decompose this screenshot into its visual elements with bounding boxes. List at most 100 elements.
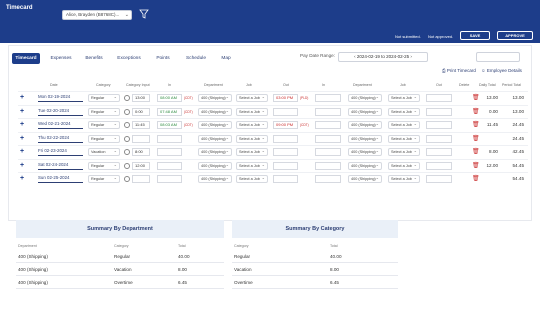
clock-icon[interactable]	[124, 176, 130, 182]
clock-in-field-2[interactable]	[315, 148, 341, 156]
clock-out-field[interactable]: 09:00 PM	[273, 121, 298, 129]
add-row-icon[interactable]: +	[20, 175, 24, 183]
clock-icon[interactable]	[124, 162, 130, 169]
chevron-right-icon[interactable]: ›	[409, 54, 412, 59]
clock-in-field-2[interactable]	[315, 121, 341, 129]
trash-icon[interactable]: 🗑	[472, 135, 480, 142]
save-button[interactable]: SAVE	[460, 31, 490, 40]
clock-out-field-2[interactable]	[426, 134, 452, 143]
department-select-2[interactable]: 400 (Shipping)	[348, 94, 382, 102]
clock-icon[interactable]	[124, 135, 130, 142]
clock-in-field[interactable]: 07:48 AM	[157, 107, 182, 116]
clock-out-field[interactable]	[273, 148, 298, 156]
clock-in-field[interactable]: 08:00 AM	[157, 94, 182, 102]
trash-icon[interactable]: 🗑	[472, 175, 480, 182]
clock-out-field[interactable]	[273, 161, 298, 170]
employee-select[interactable]: Alice, Brayden (B8768C)... ⌄	[62, 10, 132, 20]
clock-icon[interactable]	[124, 122, 130, 128]
category-select[interactable]: Regular	[88, 121, 120, 129]
job-select[interactable]: Select a Job	[236, 121, 268, 129]
tab-schedule[interactable]: Schedule	[180, 53, 212, 64]
clock-in-field[interactable]	[157, 161, 182, 170]
job-select-2[interactable]: Select a Job	[388, 161, 420, 170]
job-select[interactable]: Select a Job	[236, 107, 268, 116]
tab-benefits[interactable]: Benefits	[80, 53, 108, 64]
clock-out-field[interactable]	[273, 134, 298, 143]
category-select[interactable]: Regular	[88, 161, 120, 170]
job-select[interactable]: Select a Job	[236, 148, 268, 156]
job-select[interactable]: Select a Job	[236, 175, 268, 183]
add-row-icon[interactable]: +	[20, 108, 24, 116]
category-input[interactable]: 13:00	[132, 94, 150, 102]
date-field[interactable]: Wed 02-21-2024	[38, 121, 83, 129]
clock-out-field-2[interactable]	[426, 161, 452, 170]
department-select[interactable]: 400 (Shipping)	[198, 107, 232, 116]
category-select[interactable]: Regular	[88, 175, 120, 183]
add-row-icon[interactable]: +	[20, 162, 24, 170]
tab-expenses[interactable]: Expenses	[46, 53, 76, 64]
clock-in-field[interactable]: 08:03 AM	[157, 121, 182, 129]
department-select-2[interactable]: 400 (Shipping)	[348, 134, 382, 143]
date-field[interactable]: Thu 02-22-2024	[38, 135, 83, 143]
clock-in-field-2[interactable]	[315, 175, 341, 183]
department-select[interactable]: 400 (Shipping)	[198, 94, 232, 102]
department-select-2[interactable]: 400 (Shipping)	[348, 175, 382, 183]
category-input[interactable]: 12:00	[132, 161, 150, 170]
tab-timecard[interactable]: Timecard	[12, 53, 40, 64]
date-field[interactable]: Mon 02-19-2024	[38, 94, 83, 102]
job-select[interactable]: Select a Job	[236, 134, 268, 143]
tab-exceptions[interactable]: Exceptions	[112, 53, 146, 64]
add-row-icon[interactable]: +	[20, 94, 24, 102]
clock-out-field-2[interactable]	[426, 148, 452, 156]
clock-icon[interactable]	[124, 108, 130, 115]
approve-button[interactable]: APPROVE	[497, 31, 533, 40]
job-select-2[interactable]: Select a Job	[388, 134, 420, 143]
pay-date-navigator[interactable]: ‹ 2024-02-19 to 2024-02-25 ›	[338, 52, 428, 62]
category-input[interactable]: 0:00	[132, 107, 150, 116]
job-select[interactable]: Select a Job	[236, 94, 268, 102]
category-select[interactable]: Regular	[88, 94, 120, 102]
clock-out-field[interactable]: 03:00 PM	[273, 94, 298, 102]
job-select[interactable]: Select a Job	[236, 161, 268, 170]
category-select[interactable]: Vacation	[88, 148, 120, 156]
clock-out-field[interactable]	[273, 175, 298, 183]
clock-out-field[interactable]	[273, 107, 298, 116]
clock-in-field-2[interactable]	[315, 94, 341, 102]
clock-icon[interactable]	[124, 149, 130, 155]
tab-points[interactable]: Points	[150, 53, 176, 64]
job-select-2[interactable]: Select a Job	[388, 121, 420, 129]
job-select-2[interactable]: Select a Job	[388, 148, 420, 156]
job-select-2[interactable]: Select a Job	[388, 107, 420, 116]
department-select-2[interactable]: 400 (Shipping)	[348, 121, 382, 129]
department-select[interactable]: 400 (Shipping)	[198, 121, 232, 129]
category-select[interactable]: Regular	[88, 134, 120, 143]
clock-in-field-2[interactable]	[315, 161, 341, 170]
employee-details-link[interactable]: ☺ Employee Details	[481, 68, 522, 73]
department-select-2[interactable]: 400 (Shipping)	[348, 148, 382, 156]
category-input[interactable]: 11:45	[132, 121, 150, 129]
department-select[interactable]: 400 (Shipping)	[198, 175, 232, 183]
date-field[interactable]: Tue 02-20-2024	[38, 108, 83, 116]
clock-in-field-2[interactable]	[315, 134, 341, 143]
add-row-icon[interactable]: +	[20, 121, 24, 129]
print-timecard-link[interactable]: ⎙ Print Timecard	[442, 68, 476, 73]
clock-out-field-2[interactable]	[426, 107, 452, 116]
add-row-icon[interactable]: +	[20, 148, 24, 156]
clock-in-field[interactable]	[157, 175, 182, 183]
tab-map[interactable]: Map	[216, 53, 236, 64]
category-select[interactable]: Regular	[88, 107, 120, 116]
job-select-2[interactable]: Select a Job	[388, 175, 420, 183]
category-input[interactable]: 8:00	[132, 148, 150, 156]
clock-in-field-2[interactable]	[315, 107, 341, 116]
clock-out-field-2[interactable]	[426, 121, 452, 129]
department-select[interactable]: 400 (Shipping)	[198, 161, 232, 170]
category-input[interactable]	[132, 175, 150, 183]
clock-icon[interactable]	[124, 95, 130, 101]
department-select-2[interactable]: 400 (Shipping)	[348, 107, 382, 116]
add-row-icon[interactable]: +	[20, 135, 24, 143]
category-input[interactable]	[132, 134, 150, 143]
date-field[interactable]: Sun 02-25-2024	[38, 175, 83, 183]
clock-in-field[interactable]	[157, 134, 182, 143]
clock-in-field[interactable]	[157, 148, 182, 156]
clock-out-field-2[interactable]	[426, 175, 452, 183]
